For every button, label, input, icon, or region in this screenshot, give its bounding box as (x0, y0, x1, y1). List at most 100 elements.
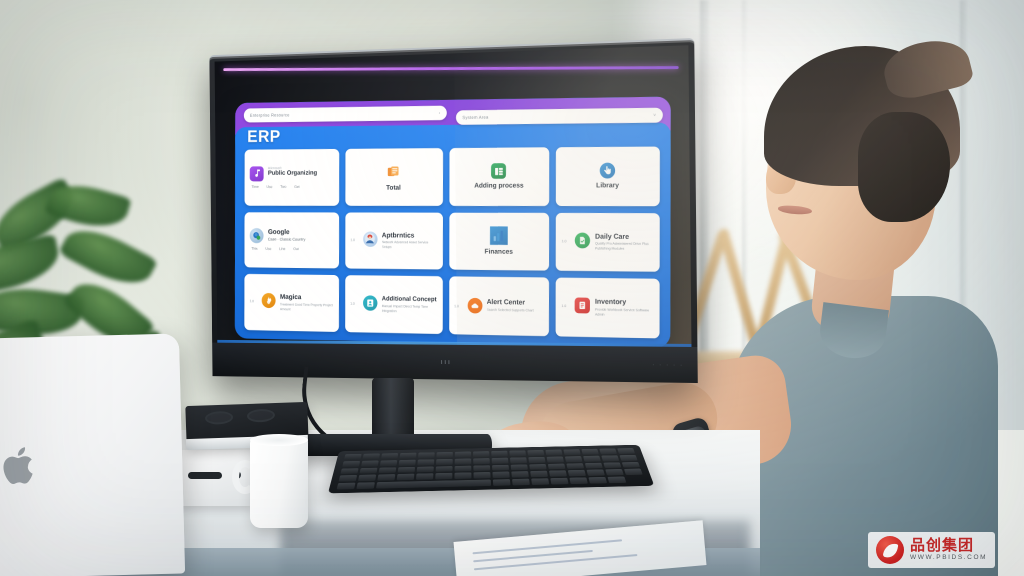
app-card-subtitle: Case · Classic Country (268, 237, 334, 243)
app-card-version: 1.0 (250, 293, 254, 303)
app-card-texts: Aptbrntics Network Advanced Asset Service… (382, 231, 437, 250)
search-input-primary[interactable]: Enterprise Resource ‹ (244, 106, 447, 123)
app-title: ERP (247, 127, 280, 147)
computer-monitor: Enterprise Resource ‹ System Area ˅ ERP … (209, 38, 697, 383)
app-card-texts: Additional Concept Manual Impact Direct T… (382, 295, 437, 314)
app-card[interactable]: Finances (449, 212, 550, 271)
app-card[interactable]: 1.0 Daily Care Quality Pro Administered Dr… (556, 213, 660, 273)
app-card[interactable]: Microsoft Public Organizing Time Use Two Get (245, 149, 339, 206)
app-card-texts: Google Case · Classic Country (268, 229, 334, 243)
erp-app-window[interactable]: Enterprise Resource ‹ System Area ˅ ERP … (235, 97, 671, 347)
keyboard-keys (337, 448, 646, 490)
monitor-led-indicator: · · · · · (653, 363, 684, 369)
stacked-windows-icon (385, 163, 402, 181)
company-leaf-logo-icon (876, 536, 904, 564)
app-card-label: Library (596, 183, 619, 190)
app-card-description: Search Selected Supports Chart (487, 308, 544, 314)
app-card-link[interactable]: This (251, 247, 257, 251)
app-card-link[interactable]: Out (293, 248, 298, 252)
app-card-version: 1.0 (350, 295, 354, 306)
app-card-links: Time Use Two Get (250, 185, 334, 189)
chevron-left-icon[interactable]: ‹ (439, 110, 441, 116)
search-input-value: System Area (462, 115, 488, 120)
app-card[interactable]: 1.0 Magica Treatment Good Time Property Pr… (244, 274, 338, 332)
app-card-header: 1.0 Additional Concept Manual Impact Direc… (350, 295, 437, 314)
app-card-description: Quality Pro Administered Drive Plus Publ… (595, 242, 654, 252)
keyboard[interactable] (328, 445, 654, 494)
app-card-description: Provide Workbook Service Software Admin (595, 308, 654, 319)
contacts-icon (363, 295, 377, 310)
app-card-label: Finances (485, 249, 513, 256)
app-card[interactable]: 1.0 Additional Concept Manual Impact Direc… (345, 275, 442, 334)
app-card-texts: Magica Treatment Good Time Property Proje… (280, 294, 333, 313)
cursor-hand-icon (600, 163, 615, 179)
app-card[interactable]: 1.0 Inventory Provide Workbook Service Sof… (556, 278, 660, 339)
app-card-title: Additional Concept (382, 295, 437, 303)
app-card-title: Daily Care (595, 232, 654, 241)
workspace-photo-scene: Enterprise Resource ‹ System Area ˅ ERP … (0, 0, 1024, 576)
app-card-title: Public Organizing (268, 170, 334, 178)
analytics-avatar-icon (363, 231, 377, 246)
monitor-chin: ııı · · · · · (212, 343, 698, 383)
app-card-version: 1.0 (562, 232, 567, 243)
mug-rim (250, 434, 308, 446)
app-card-link[interactable]: Line (279, 248, 285, 252)
document-check-icon (575, 232, 590, 248)
app-card-label: Total (386, 185, 401, 192)
app-card-links: This Use Line Out (250, 247, 334, 251)
person-hair-tuft (879, 32, 975, 103)
app-card[interactable]: Library (556, 146, 660, 205)
app-card-texts: Daily Care Quality Pro Administered Drive… (595, 232, 654, 252)
app-card-title: Alert Center (487, 298, 544, 307)
app-card-grid: Microsoft Public Organizing Time Use Two Get T… (244, 146, 660, 338)
monitor-stand-neck (372, 378, 414, 440)
search-input-secondary[interactable]: System Area ˅ (456, 108, 663, 125)
coffee-mug (250, 438, 308, 528)
list-document-icon (575, 298, 590, 314)
app-card-label: Adding process (474, 183, 523, 190)
app-card-version: 1.0 (454, 298, 459, 309)
app-card[interactable]: 1.0 Aptbrntics Network Advanced Asset Serv… (345, 212, 442, 270)
monitor-screen[interactable]: Enterprise Resource ‹ System Area ˅ ERP … (215, 45, 692, 347)
flame-icon (262, 293, 276, 308)
app-card-description: Treatment Good Time Property Project Amo… (280, 303, 333, 313)
globe-icon (250, 229, 264, 244)
device-slot (188, 472, 222, 479)
apple-logo-icon (2, 443, 39, 488)
app-card-header: 1.0 Daily Care Quality Pro Administered Dr… (562, 232, 654, 252)
app-card[interactable]: Total (345, 148, 442, 205)
app-card[interactable]: Google Case · Classic Country This Use Line O… (244, 212, 338, 269)
app-card-link[interactable]: Use (265, 247, 271, 251)
app-card-texts: Inventory Provide Workbook Service Softwa… (595, 298, 654, 318)
app-card-title: Magica (280, 294, 333, 303)
app-card[interactable]: 1.0 Alert Center Search Selected Supports … (449, 277, 550, 337)
app-card-title: Aptbrntics (382, 231, 437, 240)
app-card-texts: Microsoft Public Organizing (268, 166, 334, 177)
company-website-url: WWW.PBIDS.COM (910, 555, 987, 562)
person-hair-side (858, 112, 950, 222)
music-note-icon (250, 166, 264, 181)
app-card-header: Microsoft Public Organizing (250, 166, 334, 181)
screen-accent-line (223, 66, 678, 71)
spreadsheet-icon (491, 164, 506, 180)
app-card-version: 1.0 (350, 231, 354, 241)
app-card-texts: Alert Center Search Selected Supports Cha… (487, 298, 544, 313)
monitor-brand-logo: ııı (441, 359, 452, 366)
app-card-version: 1.0 (562, 298, 567, 309)
app-card-header: 1.0 Alert Center Search Selected Supports … (454, 298, 543, 315)
app-card-header: 1.0 Inventory Provide Workbook Service Sof… (562, 298, 654, 319)
app-card-description: Manual Impact Direct Temp Time Integrati… (382, 304, 437, 314)
app-card-description: Network Advanced Asset Service Setups (382, 241, 437, 251)
app-card-link[interactable]: Use (266, 185, 272, 189)
app-card-link[interactable]: Two (280, 185, 286, 189)
company-name-cn: 品创集团 (910, 538, 987, 553)
macbook-laptop (0, 333, 185, 576)
app-card-header: Google Case · Classic Country (250, 229, 334, 245)
app-card-link[interactable]: Time (251, 185, 258, 189)
app-card-link[interactable]: Get (294, 185, 299, 189)
search-input-value: Enterprise Resource (250, 113, 290, 118)
chevron-down-icon[interactable]: ˅ (653, 112, 656, 118)
app-card[interactable]: Adding process (449, 147, 550, 205)
app-card-header: 1.0 Magica Treatment Good Time Property Pr… (250, 293, 334, 313)
watermark: 品创集团 WWW.PBIDS.COM (868, 532, 995, 568)
